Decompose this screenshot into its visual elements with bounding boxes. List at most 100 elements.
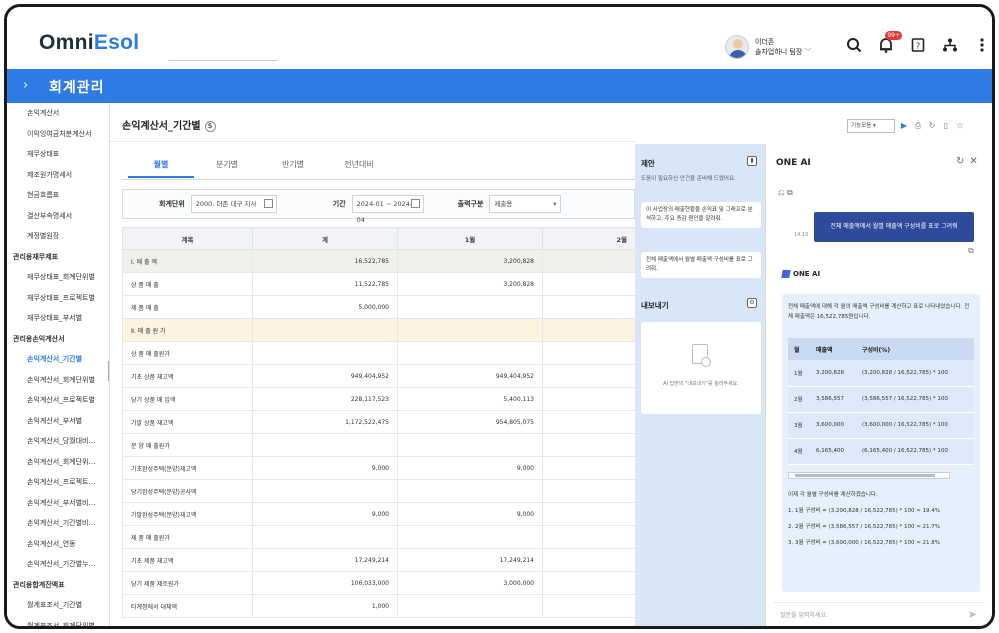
col-header-month2[interactable]: 2월 bbox=[542, 227, 635, 250]
sidebar-item[interactable]: 손익계산서_회계단위… bbox=[7, 452, 109, 473]
table-row[interactable]: 기말 상품 재고액 1,172,522,475 954,805,075 bbox=[122, 410, 635, 434]
output-type-select[interactable]: 제출용 ▾ bbox=[489, 195, 562, 213]
period-input[interactable]: 2024-01 ~ 2024-04 bbox=[351, 195, 424, 224]
tab-quarterly[interactable]: 분기별 bbox=[194, 159, 260, 178]
send-icon[interactable]: ➤ bbox=[968, 608, 977, 622]
col-header-account[interactable]: 계목 bbox=[122, 227, 253, 250]
sidebar-item[interactable]: 관리용재무제표 bbox=[7, 247, 109, 268]
user-menu[interactable]: 이더존 솔자업하니 팀장 ﹀ bbox=[725, 35, 811, 59]
chevron-right-icon[interactable]: › bbox=[23, 78, 28, 93]
sidebar-item[interactable]: 손익계산서_연동 bbox=[7, 534, 109, 555]
sidebar-item[interactable]: 손익계산서 bbox=[7, 103, 109, 124]
total-cell bbox=[252, 479, 398, 503]
income-statement-table-area: 계목 계 1월 2월 Ⅰ. 매 출 액 16,522,785 3,200,828 상 … bbox=[122, 227, 635, 626]
sidebar-item[interactable]: 손익계산서_기간별비… bbox=[7, 513, 109, 534]
month2-cell bbox=[542, 456, 635, 480]
sidebar-item[interactable]: 재무상태표_부서별 bbox=[7, 308, 109, 329]
svg-text:?: ? bbox=[916, 42, 920, 51]
month2-cell bbox=[542, 525, 635, 549]
suggestion-card[interactable]: 전체 매출액에서 월별 매출액 구성비를 표로 그려줘. bbox=[641, 252, 761, 278]
sidebar-item[interactable]: 관리용손익계산서 bbox=[7, 329, 109, 350]
copy-icon[interactable]: ⧉ bbox=[787, 188, 793, 197]
table-row[interactable]: 당기완성주택(분양)공사액 bbox=[122, 479, 635, 503]
table-row[interactable]: Ⅱ. 매 출 원 가 bbox=[122, 318, 635, 342]
sidebar-item[interactable]: 재무상태표_프로젝트별 bbox=[7, 288, 109, 309]
col-header-month1[interactable]: 1월 bbox=[397, 227, 543, 250]
sidebar-item[interactable]: 월계표조서_회계단위별 bbox=[7, 616, 109, 627]
income-statement-table: 계목 계 1월 2월 Ⅰ. 매 출 액 16,522,785 3,200,828 상 … bbox=[122, 227, 635, 618]
sidebar-item[interactable]: 손익계산서_부서별 bbox=[7, 411, 109, 432]
sidebar-item[interactable]: 월계표조서_기간별 bbox=[7, 595, 109, 616]
sidebar-item[interactable]: 손익계산서_회계단위별 bbox=[7, 370, 109, 391]
table-row[interactable]: 타계정에서 대체액 1,000 bbox=[122, 594, 635, 618]
star-icon[interactable]: ☆ bbox=[955, 121, 965, 131]
sidebar-item[interactable]: 손익계산서_부서별비… bbox=[7, 493, 109, 514]
answer-cell: 6,165,400 bbox=[810, 438, 856, 465]
help-book-icon[interactable]: ? bbox=[909, 37, 927, 55]
table-row[interactable]: 기초 제품 재고액 17,249,214 17,249,214 bbox=[122, 548, 635, 572]
top-icons: 99+ ? bbox=[845, 31, 991, 55]
sidebar-item[interactable]: 손익계산서_프로젝트별 bbox=[7, 390, 109, 411]
sidebar-item[interactable]: 제조원가명세서 bbox=[7, 165, 109, 186]
table-row[interactable]: Ⅰ. 매 출 액 16,522,785 3,200,828 bbox=[122, 249, 635, 273]
table-row[interactable]: 기초 상품 재고액 949,404,952 949,404,952 bbox=[122, 364, 635, 388]
sidebar-item[interactable]: 현금흐름표 bbox=[7, 185, 109, 206]
sidebar-item[interactable]: 손익계산서_프로젝트… bbox=[7, 472, 109, 493]
sidebar-item[interactable]: 계정별원장 bbox=[7, 226, 109, 247]
help-icon[interactable]: $ bbox=[204, 120, 216, 132]
play-icon[interactable]: ▶ bbox=[899, 121, 909, 131]
lookup-icon[interactable] bbox=[263, 199, 273, 208]
sidebar-item[interactable]: 이익잉여금처분계산서 bbox=[7, 124, 109, 145]
print-icon[interactable]: ⎙ bbox=[913, 121, 923, 131]
panel-toggle-icon[interactable]: ▮ bbox=[747, 156, 757, 166]
answer-table-scrollbar[interactable] bbox=[788, 472, 950, 479]
table-row[interactable]: 상 품 매 출 11,522,785 3,200,828 bbox=[122, 272, 635, 296]
divider bbox=[110, 141, 635, 142]
sidebar-item[interactable]: 손익계산서_당월대비… bbox=[7, 431, 109, 452]
close-icon[interactable]: ✕ bbox=[969, 156, 982, 167]
table-row[interactable]: 제 품 매 출 5,000,000 bbox=[122, 295, 635, 319]
app-frame: OmniEsol 이더존 솔자업하니 팀장 ﹀ 99+ ? › 회계관리 손익계… bbox=[4, 4, 995, 629]
tab-year-over-year[interactable]: 전년대비 bbox=[326, 159, 392, 178]
table-row[interactable]: 분 양 매 출원가 bbox=[122, 433, 635, 457]
tab-half-yearly[interactable]: 반기별 bbox=[260, 159, 326, 178]
refresh-icon[interactable]: ↻ bbox=[927, 121, 937, 131]
search-underline[interactable] bbox=[169, 60, 277, 61]
table-row[interactable]: 기말완성주택(분양)재고액 9,000 9,000 bbox=[122, 502, 635, 526]
col-header-total[interactable]: 계 bbox=[252, 227, 398, 250]
document-icon[interactable]: ▯ bbox=[941, 121, 951, 131]
sidebar-item[interactable]: 재무상태표 bbox=[7, 144, 109, 165]
month1-cell: 17,249,214 bbox=[397, 548, 543, 572]
notification-icon[interactable]: 99+ bbox=[877, 31, 902, 55]
answer-col-ratio: 구성비(%) bbox=[856, 338, 974, 360]
calendar-icon[interactable] bbox=[410, 199, 420, 208]
account-cell: 제 품 매 출원가 bbox=[122, 525, 253, 549]
table-row[interactable]: 당기 상품 매 입액 228,117,523 5,400,113 bbox=[122, 387, 635, 411]
org-chart-icon[interactable] bbox=[941, 37, 959, 55]
table-row[interactable]: 제 품 매 출원가 bbox=[122, 525, 635, 549]
app-logo[interactable]: OmniEsol bbox=[39, 31, 139, 55]
suggestion-card[interactable]: 이 사업장의 매출현황을 손익표 및 그래프로 분석하고, 주요 증감 원인을 … bbox=[641, 202, 761, 228]
function-select[interactable]: 기능모음 ▾ bbox=[847, 119, 895, 133]
sidebar-item[interactable]: 재무상태표_회계단위별 bbox=[7, 267, 109, 288]
history-icon[interactable]: ⎌ bbox=[778, 188, 784, 197]
tab-monthly[interactable]: 월별 bbox=[128, 159, 194, 178]
chevron-down-icon: ▾ bbox=[553, 200, 557, 208]
unit-select[interactable]: 2000. 더존 대구 지사 bbox=[190, 195, 277, 213]
answer-table-row: 2월 3,586,557 (3,586,557 / 16,522,785) * 10… bbox=[788, 386, 974, 413]
refresh-icon[interactable]: ↻ bbox=[956, 156, 969, 167]
copy-message-icon[interactable]: ⧉ bbox=[968, 246, 974, 256]
settings-icon[interactable]: ⚙ bbox=[747, 298, 757, 308]
more-vertical-icon[interactable] bbox=[973, 37, 991, 55]
avatar bbox=[725, 35, 749, 59]
sidebar-item[interactable]: 관리용합계잔액표 bbox=[7, 575, 109, 596]
chat-input[interactable]: 질문을 입력하세요. ➤ bbox=[774, 602, 985, 626]
search-icon[interactable] bbox=[845, 37, 863, 55]
table-row[interactable]: 상 품 매 출원가 bbox=[122, 341, 635, 365]
sidebar-item[interactable]: 손익계산서_기간별누… bbox=[7, 554, 109, 575]
sidebar-item[interactable]: 손익계산서_기간별 bbox=[7, 349, 109, 370]
table-row[interactable]: 기초완성주택(분양)재고액 9,000 9,000 bbox=[122, 456, 635, 480]
sidebar-item[interactable]: 결산부속명세서 bbox=[7, 206, 109, 227]
table-row[interactable]: 당기 제품 제조원가 106,033,000 3,000,000 bbox=[122, 571, 635, 595]
unit-label: 회계단위 bbox=[159, 200, 185, 208]
